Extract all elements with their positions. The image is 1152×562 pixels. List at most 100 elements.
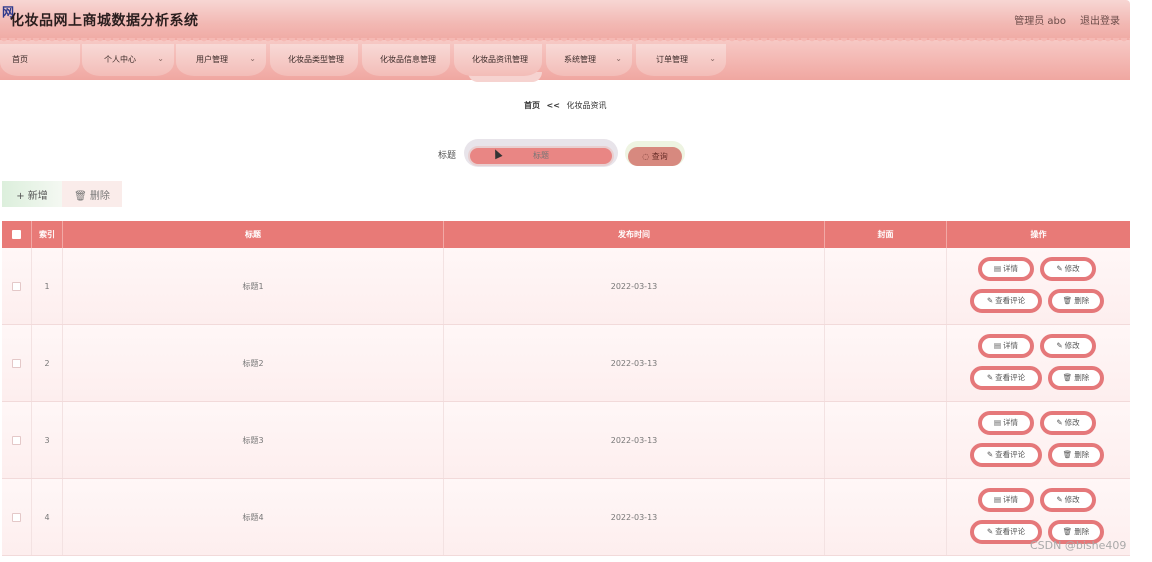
edit-button[interactable]: ✎ 修改	[1040, 333, 1096, 358]
row-actions: ▤ 详情 ✎ 修改 ✎ 查看评论 🗑 删除	[947, 402, 1130, 478]
row-date: 2022-03-13	[444, 248, 825, 324]
chevron-down-icon: ⌄	[615, 54, 622, 63]
edit-label: 修改	[1064, 341, 1080, 350]
nav-item-label: 用户管理	[196, 55, 228, 64]
row-date: 2022-03-13	[444, 479, 825, 555]
row-checkbox[interactable]	[12, 358, 21, 368]
row-cover	[825, 325, 947, 401]
detail-button[interactable]: ▤ 详情	[978, 333, 1034, 358]
view-comments-button[interactable]: ✎ 查看评论	[970, 288, 1042, 313]
row-index: 2	[32, 325, 63, 401]
row-index: 1	[32, 248, 63, 324]
pencil-icon: ✎	[986, 296, 994, 305]
breadcrumb-separator: <<	[546, 101, 560, 110]
row-cover	[825, 479, 947, 555]
pencil-icon: ✎	[986, 373, 994, 382]
row-date: 2022-03-13	[444, 325, 825, 401]
nav-item-5[interactable]: 化妆品资讯管理	[454, 44, 542, 76]
row-title: 标题3	[63, 402, 444, 478]
breadcrumb-current: 化妆品资讯	[566, 101, 607, 110]
row-select-cell	[2, 479, 32, 555]
title-search-input[interactable]	[468, 145, 614, 166]
trash-icon: 🗑	[1062, 296, 1073, 305]
nav-item-0[interactable]: 首页	[0, 44, 80, 76]
edit-label: 修改	[1064, 264, 1080, 273]
remove-label: 删除	[1074, 296, 1090, 305]
nav-item-2[interactable]: 用户管理 ⌄	[176, 44, 266, 76]
view-comments-button[interactable]: ✎ 查看评论	[970, 442, 1042, 467]
detail-label: 详情	[1003, 264, 1019, 273]
chevron-down-icon: ⌄	[249, 54, 256, 63]
news-table: 索引 标题 发布时间 封面 操作 1 标题1 2022-03-13 ▤ 详情 ✎ 修改 ✎ 查看…	[2, 221, 1130, 556]
edit-button[interactable]: ✎ 修改	[1040, 256, 1096, 281]
remove-label: 删除	[1074, 527, 1090, 536]
user-info: 管理员 abo	[1014, 16, 1066, 27]
table-row: 2 标题2 2022-03-13 ▤ 详情 ✎ 修改 ✎ 查看评论 🗑 删除	[2, 325, 1130, 402]
header-title: 标题	[63, 221, 444, 248]
row-date: 2022-03-13	[444, 402, 825, 478]
pencil-icon: ✎	[1056, 264, 1063, 273]
header-actions: 操作	[1030, 230, 1047, 239]
nav-item-label: 首页	[12, 55, 28, 64]
trash-icon: 🗑	[1062, 373, 1073, 382]
trash-icon: 🗑	[1062, 450, 1073, 459]
header-select-all	[2, 221, 32, 248]
pencil-icon: ✎	[1056, 341, 1063, 350]
document-icon: ▤	[993, 341, 1002, 350]
select-all-checkbox[interactable]	[12, 230, 21, 239]
batch-delete-button[interactable]: 🗑 删除	[62, 181, 122, 207]
query-button[interactable]: ◌ 查询	[628, 147, 682, 166]
pencil-icon: ✎	[1056, 418, 1063, 427]
row-checkbox[interactable]	[12, 435, 21, 445]
table-row: 4 标题4 2022-03-13 ▤ 详情 ✎ 修改 ✎ 查看评论 🗑 删除	[2, 479, 1130, 556]
detail-label: 详情	[1003, 495, 1019, 504]
row-cover	[825, 248, 947, 324]
nav-item-6[interactable]: 系统管理 ⌄	[546, 44, 632, 76]
nav-item-3[interactable]: 化妆品类型管理	[270, 44, 358, 76]
delete-button[interactable]: 🗑 删除	[1048, 442, 1104, 467]
logout-link[interactable]: 退出登录	[1080, 12, 1120, 27]
row-select-cell	[2, 325, 32, 401]
table-row: 1 标题1 2022-03-13 ▤ 详情 ✎ 修改 ✎ 查看评论 🗑 删除	[2, 248, 1130, 325]
edit-button[interactable]: ✎ 修改	[1040, 487, 1096, 512]
document-icon: ▤	[993, 495, 1002, 504]
nav-item-label: 化妆品类型管理	[288, 55, 344, 64]
row-index: 4	[32, 479, 63, 555]
header-publish-time: 发布时间	[444, 221, 825, 248]
search-label: 标题	[438, 151, 457, 161]
detail-button[interactable]: ▤ 详情	[978, 487, 1034, 512]
nav-item-label: 订单管理	[656, 55, 688, 64]
nav-item-label: 个人中心	[104, 55, 136, 64]
document-icon: ▤	[993, 264, 1002, 273]
chevron-down-icon: ⌄	[157, 54, 164, 63]
breadcrumb-home[interactable]: 首页	[524, 101, 540, 110]
top-header: 网 化妆品网上商城数据分析系统 管理员 abo 退出登录	[0, 0, 1130, 40]
delete-button[interactable]: 🗑 删除	[1048, 288, 1104, 313]
header-index: 索引	[32, 221, 63, 248]
edit-button[interactable]: ✎ 修改	[1040, 410, 1096, 435]
comments-label: 查看评论	[995, 527, 1026, 536]
header-cover: 封面	[825, 221, 947, 248]
view-comments-button[interactable]: ✎ 查看评论	[970, 365, 1042, 390]
detail-button[interactable]: ▤ 详情	[978, 256, 1034, 281]
add-button[interactable]: + 新增	[2, 181, 62, 207]
pencil-icon: ✎	[986, 527, 994, 536]
row-checkbox[interactable]	[12, 281, 21, 291]
search-input-wrapper	[464, 139, 618, 167]
app-title: 化妆品网上商城数据分析系统	[10, 13, 199, 29]
row-title: 标题4	[63, 479, 444, 555]
document-icon: ▤	[993, 418, 1002, 427]
row-checkbox[interactable]	[12, 512, 21, 522]
comments-label: 查看评论	[995, 296, 1026, 305]
trash-icon: 🗑	[1062, 527, 1073, 536]
watermark: CSDN @bishe409	[1030, 539, 1127, 552]
nav-item-4[interactable]: 化妆品信息管理	[362, 44, 450, 76]
nav-item-label: 化妆品信息管理	[380, 55, 436, 64]
detail-button[interactable]: ▤ 详情	[978, 410, 1034, 435]
row-cover	[825, 402, 947, 478]
nav-item-1[interactable]: 个人中心 ⌄	[82, 44, 174, 76]
nav-item-7[interactable]: 订单管理 ⌄	[636, 44, 726, 76]
delete-button[interactable]: 🗑 删除	[1048, 365, 1104, 390]
row-select-cell	[2, 248, 32, 324]
pencil-icon: ✎	[986, 450, 994, 459]
